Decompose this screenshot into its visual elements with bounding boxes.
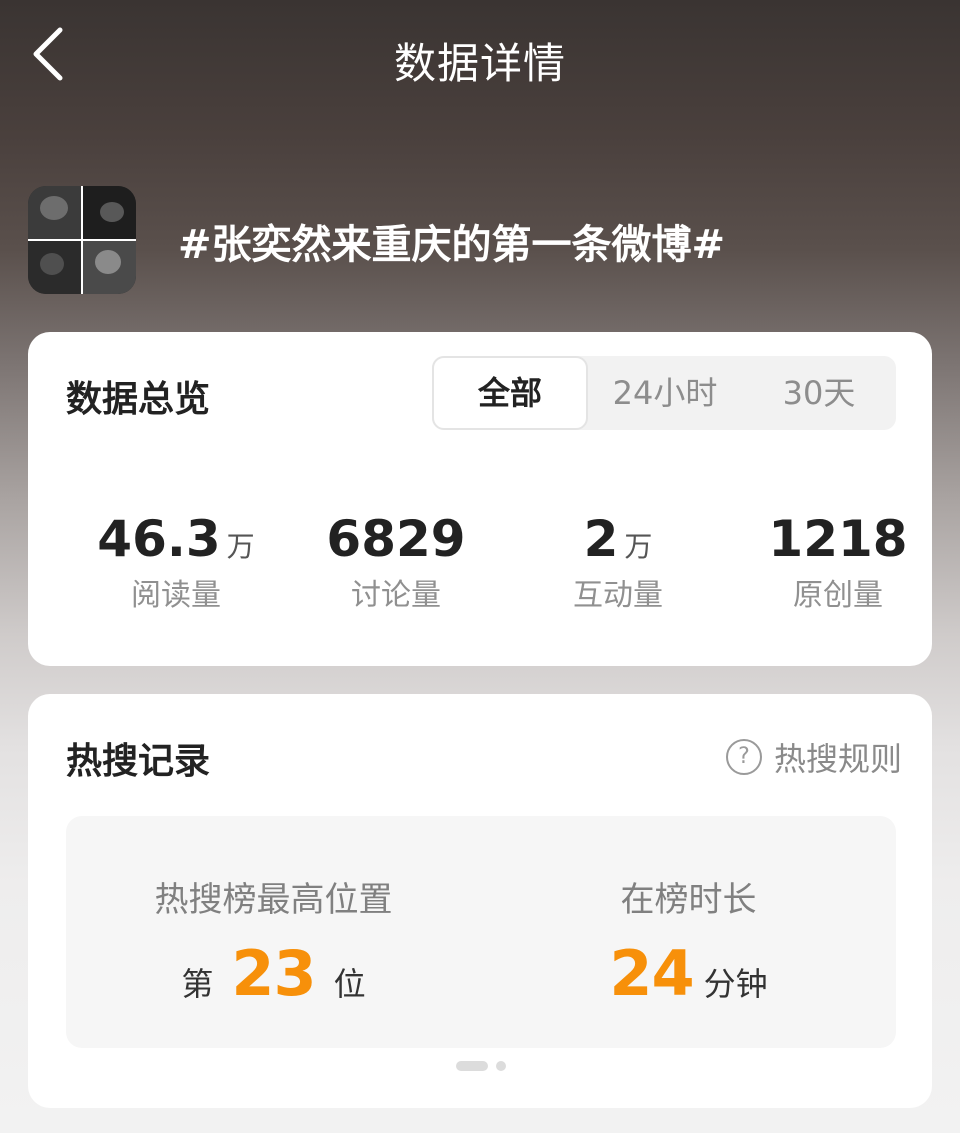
peak-value: 23: [231, 937, 316, 1010]
stat-label: 讨论量: [351, 578, 441, 613]
header: 数据详情: [0, 0, 960, 118]
overview-card: 数据总览 全部 24小时 30天 46.3 万 阅读量 6829 讨论量 2万 互…: [28, 332, 932, 666]
hot-search-panel: 热搜榜最高位置 第 23 位 在榜时长 24 分钟: [66, 816, 896, 1048]
stat-label: 原创量: [793, 578, 883, 613]
topic-header: #张奕然来重庆的第一条微博#: [28, 186, 932, 296]
stat-label: 阅读量: [131, 578, 221, 613]
duration-suffix: 分钟: [703, 965, 768, 1003]
peak-suffix: 位: [333, 965, 366, 1003]
topic-title: #张奕然来重庆的第一条微博#: [178, 222, 726, 268]
peak-position: 热搜榜最高位置 第 23 位: [66, 816, 481, 1010]
duration-value: 24: [609, 937, 694, 1010]
stat-value: 2: [583, 510, 619, 568]
overview-heading: 数据总览: [66, 379, 211, 420]
stat-discussions: 6829 讨论量: [296, 510, 496, 614]
stat-unit: 万: [226, 530, 255, 563]
topic-avatar: [28, 186, 136, 294]
stat-value: 6829: [326, 510, 466, 568]
stat-originals: 1218 原创量: [738, 510, 938, 614]
pager-dot[interactable]: [496, 1061, 506, 1071]
hot-search-card: 热搜记录 ? 热搜规则 热搜榜最高位置 第 23 位 在榜时长 24 分钟: [28, 694, 932, 1108]
time-range-selector: 全部 24小时 30天: [432, 356, 896, 430]
stat-reads: 46.3 万 阅读量: [76, 510, 276, 614]
stat-value: 1218: [768, 510, 908, 568]
peak-label: 热搜榜最高位置: [154, 880, 393, 920]
stat-value: 46.3: [97, 510, 221, 568]
hot-search-heading: 热搜记录: [66, 741, 211, 782]
pager-dot-active: [456, 1061, 488, 1071]
tab-30d[interactable]: 30天: [742, 356, 896, 430]
tab-24h[interactable]: 24小时: [588, 356, 742, 430]
duration-label: 在榜时长: [620, 880, 757, 920]
stat-unit: 万: [624, 530, 653, 563]
rules-label: 热搜规则: [773, 740, 902, 778]
question-circle-icon: ?: [725, 739, 762, 775]
tab-all[interactable]: 全部: [432, 356, 588, 430]
peak-prefix: 第: [181, 965, 214, 1003]
time-on-list: 在榜时长 24 分钟: [481, 816, 896, 1010]
stat-label: 互动量: [573, 578, 663, 613]
hot-search-rules-link[interactable]: ? 热搜规则: [725, 734, 902, 778]
page-title: 数据详情: [393, 39, 566, 88]
stat-interactions: 2万 互动量: [518, 510, 718, 614]
